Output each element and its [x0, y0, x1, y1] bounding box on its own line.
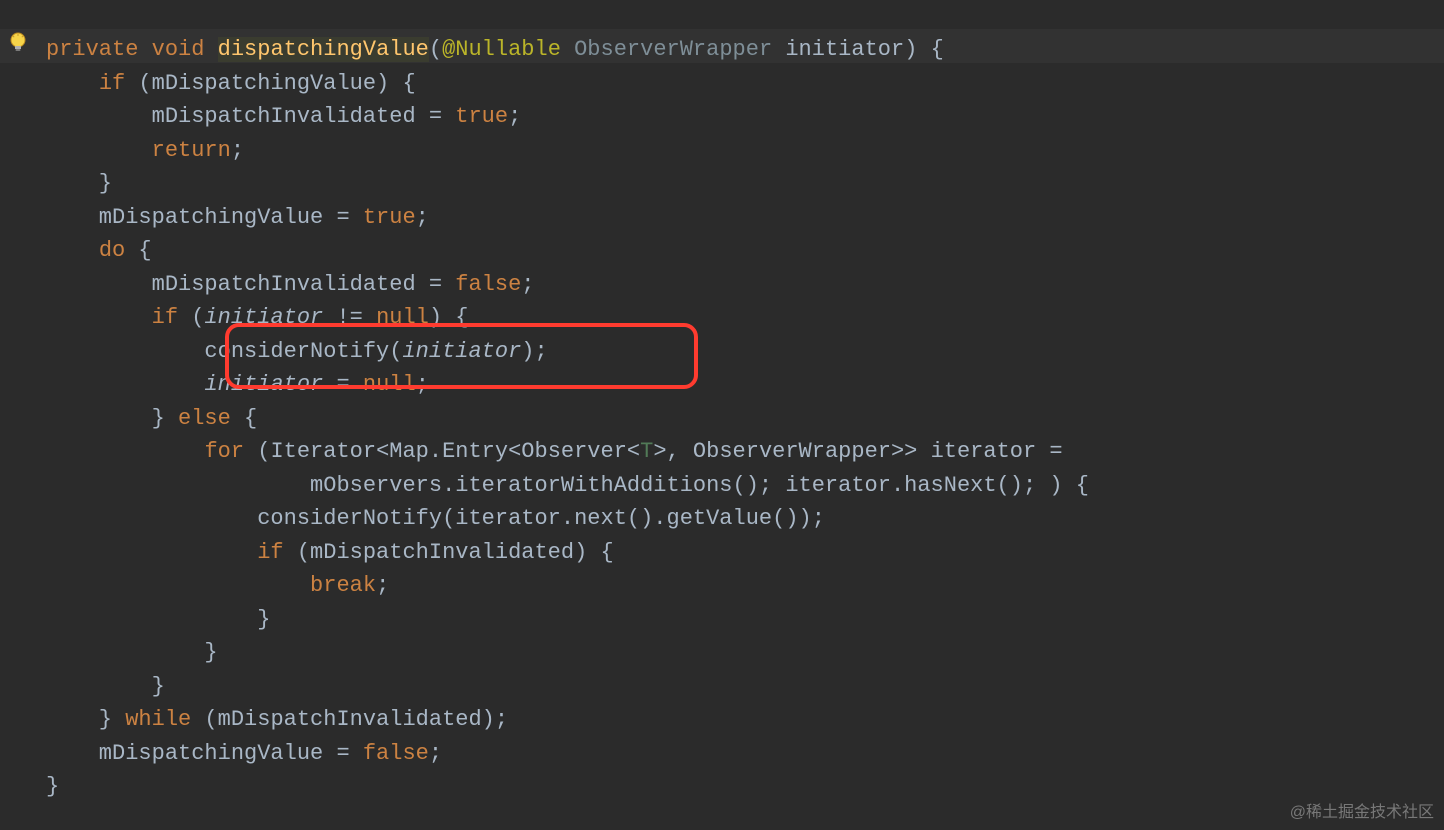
punct: ; — [521, 272, 534, 297]
code-text: } — [46, 774, 59, 799]
code-text: ( — [178, 305, 204, 330]
param-initiator: initiator — [785, 37, 904, 62]
code-text: } — [46, 640, 218, 665]
watermark-text: @稀土掘金技术社区 — [1290, 798, 1434, 822]
code-text: = — [323, 372, 363, 397]
indent — [46, 439, 204, 464]
keyword-true: true — [455, 104, 508, 129]
keyword-else: else — [178, 406, 231, 431]
code-text: (Iterator<Map.Entry<Observer< — [244, 439, 640, 464]
code-text: } — [46, 171, 112, 196]
indent — [46, 305, 152, 330]
keyword-void: void — [152, 37, 205, 62]
code-block[interactable]: private void dispatchingValue(@Nullable … — [46, 33, 1089, 804]
code-text: (mDispatchInvalidated) { — [284, 540, 614, 565]
keyword-return: return — [152, 138, 231, 163]
keyword-null: null — [363, 372, 416, 397]
keyword-if: if — [257, 540, 283, 565]
indent — [46, 540, 257, 565]
punct: ; — [416, 205, 429, 230]
code-text: ); — [521, 339, 547, 364]
indent — [46, 138, 152, 163]
punct: ; — [416, 372, 429, 397]
code-text: { — [125, 238, 151, 263]
param-initiator: initiator — [204, 372, 323, 397]
keyword-for: for — [204, 439, 244, 464]
code-text: mObservers.iteratorWithAdditions(); iter… — [46, 473, 1089, 498]
param-initiator: initiator — [204, 305, 323, 330]
method-name: dispatchingValue — [218, 37, 429, 62]
keyword-if: if — [152, 305, 178, 330]
keyword-false: false — [455, 272, 521, 297]
punct: ; — [429, 741, 442, 766]
keyword-while: while — [125, 707, 191, 732]
punct: ; — [376, 573, 389, 598]
punct: ; — [231, 138, 244, 163]
code-text: } — [46, 707, 125, 732]
indent — [46, 573, 310, 598]
annotation-nullable: @Nullable — [442, 37, 561, 62]
keyword-if: if — [99, 71, 125, 96]
keyword-break: break — [310, 573, 376, 598]
code-text: mDispatchingValue = — [46, 741, 363, 766]
punct: ; — [508, 104, 521, 129]
keyword-private: private — [46, 37, 138, 62]
code-text: ) { — [429, 305, 469, 330]
code-text: mDispatchInvalidated = — [46, 104, 455, 129]
type-param-t: T — [640, 439, 653, 464]
code-text: mDispatchingValue = — [46, 205, 363, 230]
keyword-do: do — [99, 238, 125, 263]
code-text: considerNotify(iterator.next().getValue(… — [46, 506, 825, 531]
code-editor-frame: private void dispatchingValue(@Nullable … — [0, 0, 1444, 830]
code-text: (mDispatchingValue) { — [125, 71, 415, 96]
code-text: considerNotify( — [46, 339, 402, 364]
code-text: (mDispatchInvalidated); — [191, 707, 508, 732]
code-text: { — [231, 406, 257, 431]
type-observerwrapper: ObserverWrapper — [574, 37, 772, 62]
punct: ( — [429, 37, 442, 62]
code-text: } — [46, 607, 270, 632]
indent — [46, 372, 204, 397]
lightbulb-icon[interactable] — [8, 31, 28, 55]
indent — [46, 238, 99, 263]
punct: ) { — [904, 37, 944, 62]
code-text: } — [46, 674, 165, 699]
keyword-null: null — [376, 305, 429, 330]
keyword-true: true — [363, 205, 416, 230]
code-text: } — [46, 406, 178, 431]
keyword-false: false — [363, 741, 429, 766]
indent — [46, 71, 99, 96]
code-text: >, ObserverWrapper>> iterator = — [653, 439, 1062, 464]
param-initiator: initiator — [402, 339, 521, 364]
code-text: != — [323, 305, 376, 330]
code-text: mDispatchInvalidated = — [46, 272, 455, 297]
